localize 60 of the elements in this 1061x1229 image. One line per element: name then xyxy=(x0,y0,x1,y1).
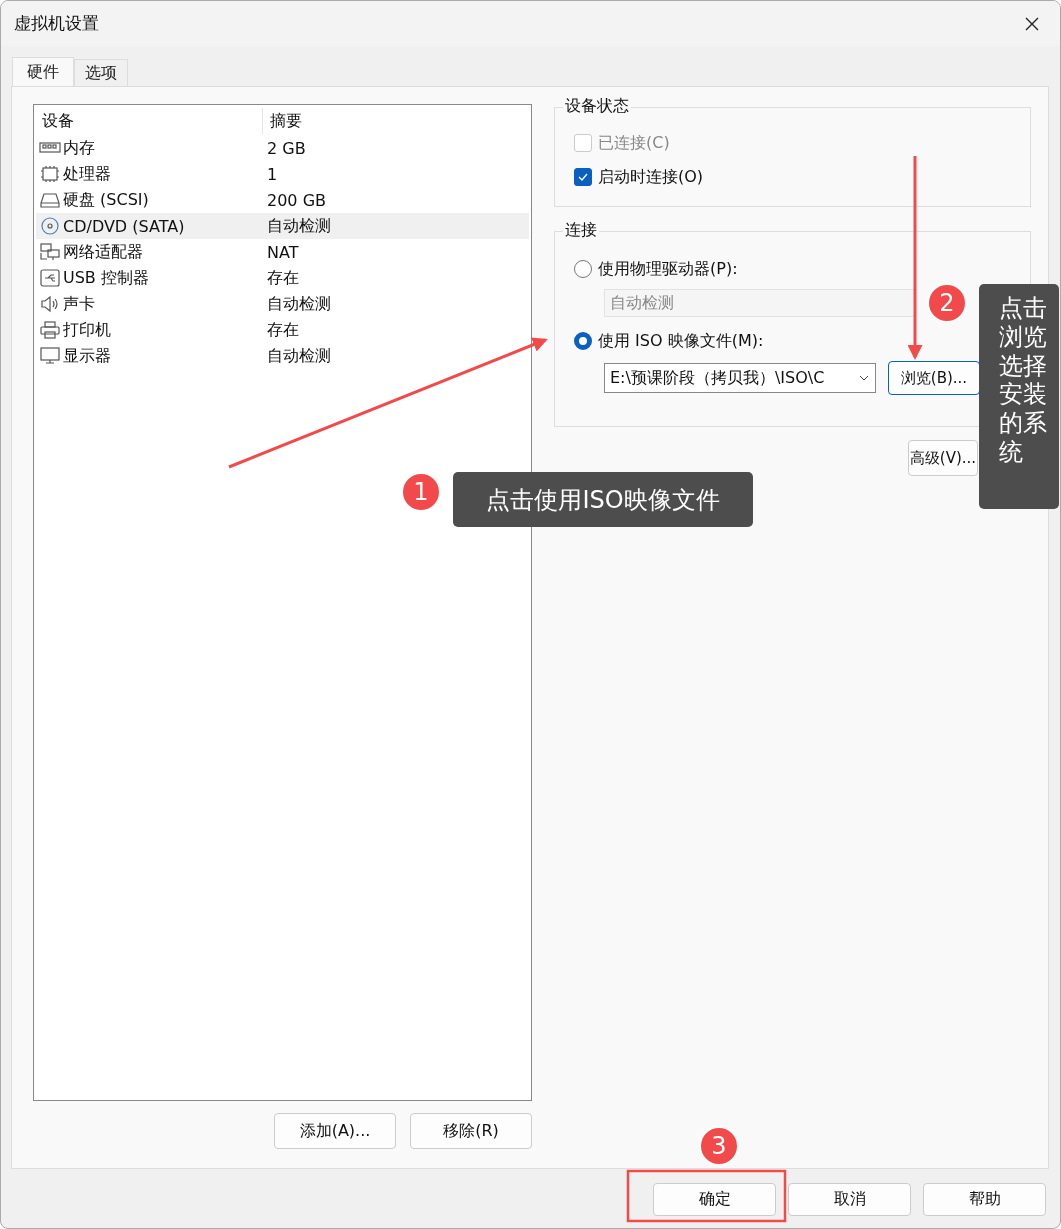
device-row[interactable]: 声卡 自动检测 xyxy=(36,291,529,317)
checkbox-label: 启动时连接(O) xyxy=(598,166,704,188)
callout: 点击使用ISO映像文件 xyxy=(453,472,753,527)
network-icon xyxy=(39,243,61,261)
device-row[interactable]: 显示器 自动检测 xyxy=(36,343,529,369)
device-name: 网络适配器 xyxy=(63,241,143,263)
close-icon[interactable] xyxy=(1024,15,1040,32)
dialog-button[interactable]: 帮助 xyxy=(923,1183,1046,1216)
column-header: 摘要 xyxy=(262,108,302,134)
callout: 点击浏览选择安装的系统 xyxy=(979,284,1059,509)
column-header: 设备 xyxy=(41,110,75,132)
checkbox-label: 已连接(C) xyxy=(598,132,670,154)
list-button[interactable]: 添加(A)... xyxy=(274,1113,396,1149)
radio-label: 使用 ISO 映像文件(M): xyxy=(598,330,764,352)
device-summary: 存在 xyxy=(266,267,299,289)
device-name: 内存 xyxy=(63,137,95,159)
checkbox[interactable] xyxy=(574,168,592,186)
dialog-button[interactable]: 取消 xyxy=(788,1183,911,1216)
device-summary: 2 GB xyxy=(266,138,306,158)
device-name: 处理器 xyxy=(63,163,111,185)
browse-button[interactable]: 浏览(B)... xyxy=(888,361,980,395)
device-name: CD/DVD (SATA) xyxy=(63,216,185,236)
device-name: USB 控制器 xyxy=(63,267,149,289)
monitor-icon xyxy=(39,347,61,365)
device-row[interactable]: 处理器 1 xyxy=(36,161,529,187)
device-summary: NAT xyxy=(266,242,299,262)
chip-icon xyxy=(39,165,61,183)
device-name: 显示器 xyxy=(63,345,111,367)
device-row[interactable]: USB 控制器 存在 xyxy=(36,265,529,291)
iso-path-dropdown[interactable]: E:\预课阶段（拷贝我）\ISO\C xyxy=(604,363,876,393)
printer-icon xyxy=(39,321,61,339)
radio-label: 使用物理驱动器(P): xyxy=(598,258,738,280)
advanced-button[interactable]: 高级(V)... xyxy=(908,440,978,476)
chevron-down-icon xyxy=(859,375,869,381)
device-summary: 自动检测 xyxy=(266,293,331,315)
check-icon xyxy=(577,171,589,183)
speaker-icon xyxy=(39,295,61,313)
disc-icon xyxy=(39,217,61,235)
tab[interactable]: 选项 xyxy=(74,59,128,86)
usb-icon xyxy=(39,269,61,287)
device-row[interactable]: CD/DVD (SATA) 自动检测 xyxy=(36,213,529,239)
device-summary: 1 xyxy=(266,164,278,184)
device-summary: 存在 xyxy=(266,319,299,341)
device-summary: 自动检测 xyxy=(266,215,331,237)
device-name: 硬盘 (SCSI) xyxy=(63,189,149,211)
device-name: 声卡 xyxy=(63,293,95,315)
disk-drive-icon xyxy=(39,191,61,209)
tab[interactable]: 硬件 xyxy=(12,57,74,86)
radio-button[interactable] xyxy=(574,332,592,350)
window-title: 虚拟机设置 xyxy=(14,12,99,35)
device-summary: 200 GB xyxy=(266,190,326,210)
device-row[interactable]: 网络适配器 NAT xyxy=(36,239,529,265)
dialog-button[interactable]: 确定 xyxy=(653,1183,776,1216)
group-title: 连接 xyxy=(563,220,599,241)
device-row[interactable]: 硬盘 (SCSI) 200 GB xyxy=(36,187,529,213)
device-row[interactable]: 内存 2 GB xyxy=(36,135,529,161)
device-row[interactable]: 打印机 存在 xyxy=(36,317,529,343)
list-button[interactable]: 移除(R) xyxy=(410,1113,532,1149)
device-name: 打印机 xyxy=(63,319,111,341)
device-summary: 自动检测 xyxy=(266,345,331,367)
